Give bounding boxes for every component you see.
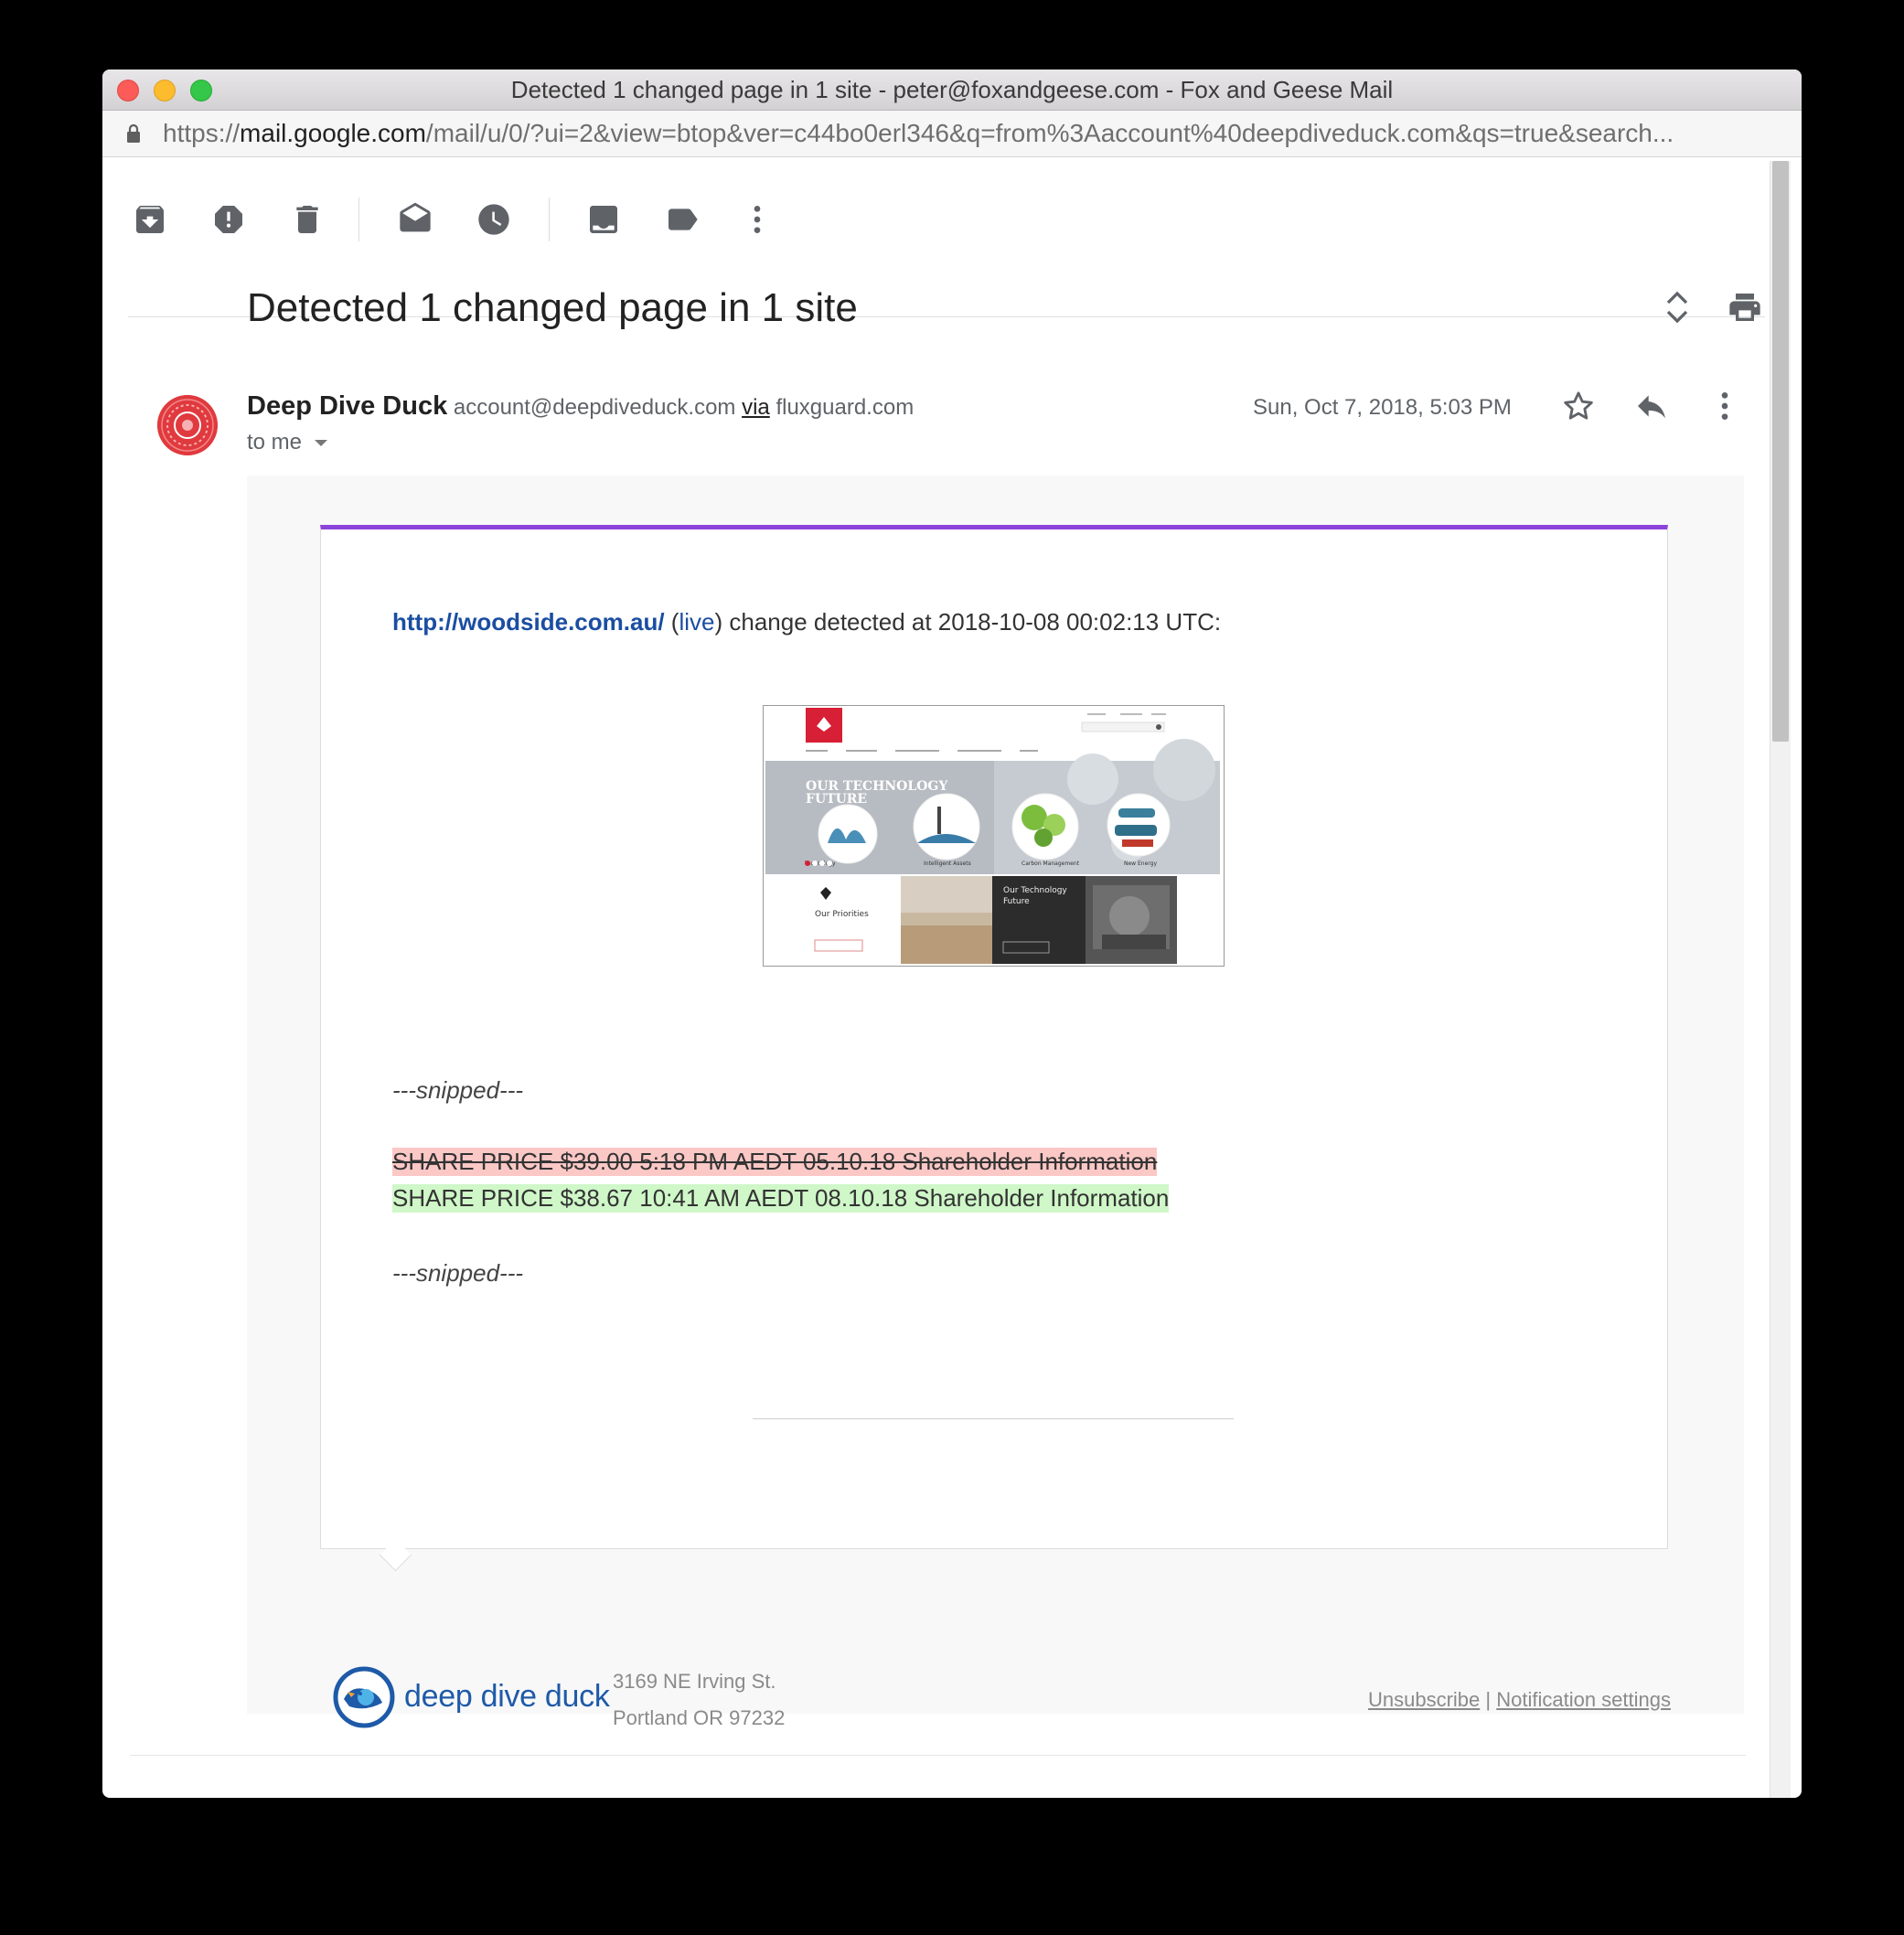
card-divider bbox=[753, 1418, 1234, 1419]
site-url-link[interactable]: http://woodside.com.au/ bbox=[392, 608, 665, 636]
screenshot-label-new-energy: New Energy bbox=[1124, 861, 1157, 867]
report-spam-icon[interactable] bbox=[210, 201, 247, 238]
expand-all-icon[interactable] bbox=[1659, 289, 1695, 326]
change-summary: http://woodside.com.au/ (live) change de… bbox=[392, 608, 1221, 636]
archive-icon[interactable] bbox=[132, 201, 168, 238]
reply-icon[interactable] bbox=[1633, 388, 1670, 424]
screenshot-image: OUR TECHNOLOGY FUTURE Technology Intelli… bbox=[764, 706, 1224, 966]
footer-links: Unsubscribe | Notification settings bbox=[1368, 1688, 1671, 1712]
email-date: Sun, Oct 7, 2018, 5:03 PM bbox=[1253, 395, 1512, 420]
deep-dive-duck-logo-icon[interactable] bbox=[333, 1666, 395, 1728]
via-domain: fluxguard.com bbox=[776, 395, 915, 420]
live-link[interactable]: live bbox=[679, 608, 714, 636]
vertical-scrollbar[interactable] bbox=[1770, 161, 1791, 1798]
screenshot-hero-title-2: FUTURE bbox=[806, 792, 867, 807]
title-bar: Detected 1 changed page in 1 site - pete… bbox=[102, 69, 1802, 111]
screenshot-panel-tech-2: Future bbox=[1003, 897, 1030, 906]
sender-line: Deep Dive Duck account@deepdiveduck.com … bbox=[247, 391, 914, 422]
chevron-down-icon bbox=[315, 440, 328, 447]
via-link[interactable]: via bbox=[742, 395, 770, 420]
move-to-icon[interactable] bbox=[585, 201, 622, 238]
message-bottom-divider bbox=[130, 1755, 1746, 1756]
mark-unread-icon[interactable] bbox=[397, 201, 433, 238]
lock-icon bbox=[127, 123, 140, 143]
url-path: /mail/u/0/?ui=2&view=btop&ver=c44bo0erl3… bbox=[425, 119, 1674, 147]
added-line: SHARE PRICE $38.67 10:41 AM AEDT 08.10.1… bbox=[392, 1184, 1170, 1213]
toolbar-divider bbox=[549, 198, 550, 241]
page-screenshot-thumbnail[interactable]: OUR TECHNOLOGY FUTURE Technology Intelli… bbox=[763, 705, 1225, 967]
more-vert-icon[interactable] bbox=[1706, 388, 1743, 424]
footer-address-line1: 3169 NE Irving St. bbox=[613, 1670, 776, 1693]
sender-email: account@deepdiveduck.com bbox=[453, 395, 736, 420]
email-subject: Detected 1 changed page in 1 site bbox=[247, 285, 858, 330]
removed-line: SHARE PRICE $39.00 5:18 PM AEDT 05.10.18… bbox=[392, 1148, 1158, 1176]
avatar-pattern-icon bbox=[157, 395, 218, 455]
address-bar[interactable]: https://mail.google.com/mail/u/0/?ui=2&v… bbox=[102, 111, 1802, 157]
unsubscribe-link[interactable]: Unsubscribe bbox=[1368, 1688, 1480, 1711]
more-vert-icon[interactable] bbox=[739, 201, 776, 238]
email-body: http://woodside.com.au/ (live) change de… bbox=[247, 476, 1744, 1729]
browser-window: Detected 1 changed page in 1 site - pete… bbox=[102, 69, 1802, 1798]
window-title: Detected 1 changed page in 1 site - pete… bbox=[510, 76, 1394, 103]
url-scheme: https:// bbox=[163, 119, 241, 147]
scrollbar-thumb[interactable] bbox=[1772, 161, 1789, 742]
notification-card: http://woodside.com.au/ (live) change de… bbox=[320, 525, 1668, 1549]
snipped-marker-top: ---snipped--- bbox=[392, 1076, 524, 1104]
recipient-details-toggle[interactable]: to me bbox=[247, 430, 328, 455]
change-detected-text: change detected at 2018-10-08 00:02:13 U… bbox=[722, 608, 1222, 636]
footer-address-line2: Portland OR 97232 bbox=[613, 1706, 786, 1729]
footer-link-separator: | bbox=[1485, 1688, 1492, 1711]
sender-name[interactable]: Deep Dive Duck bbox=[247, 391, 447, 421]
screenshot-panel-tech-1: Our Technology bbox=[1003, 886, 1067, 895]
toolbar-divider bbox=[358, 198, 359, 241]
label-icon[interactable] bbox=[664, 201, 701, 238]
print-icon[interactable] bbox=[1727, 289, 1763, 326]
snipped-marker-bottom: ---snipped--- bbox=[392, 1259, 524, 1287]
sender-avatar[interactable] bbox=[157, 395, 218, 455]
paren-close: ) bbox=[714, 608, 723, 636]
url-text[interactable]: https://mail.google.com/mail/u/0/?ui=2&v… bbox=[163, 111, 1772, 156]
screenshot-label-intelligent-assets: Intelligent Assets bbox=[924, 861, 971, 867]
recipient-label: to me bbox=[247, 430, 303, 454]
url-host: mail.google.com bbox=[240, 119, 426, 147]
footer-brand-name: deep dive duck bbox=[404, 1679, 610, 1714]
delete-icon[interactable] bbox=[289, 201, 326, 238]
screenshot-label-carbon-management: Carbon Management bbox=[1022, 861, 1080, 867]
star-icon[interactable] bbox=[1560, 388, 1597, 424]
snooze-icon[interactable] bbox=[476, 201, 512, 238]
screenshot-panel-priorities: Our Priorities bbox=[815, 910, 869, 919]
notification-settings-link[interactable]: Notification settings bbox=[1496, 1688, 1671, 1711]
